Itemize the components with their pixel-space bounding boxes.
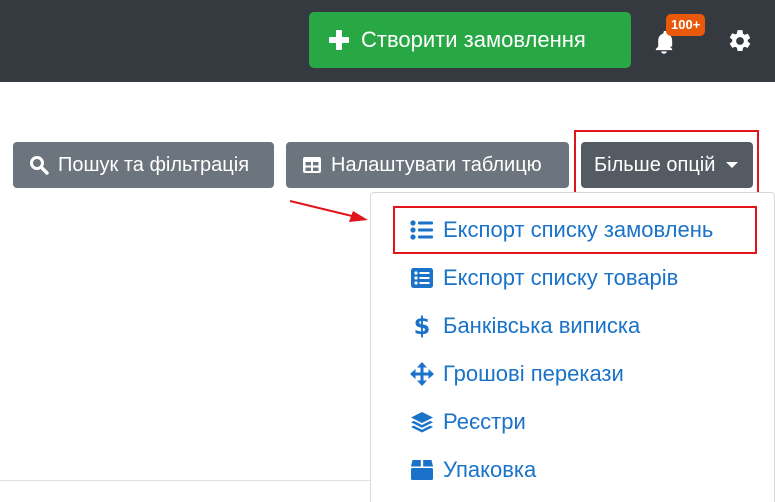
menu-item-registers[interactable]: Реєстри bbox=[409, 402, 526, 442]
menu-item-label: Упаковка bbox=[443, 457, 537, 482]
more-options-button[interactable]: Більше опцій bbox=[581, 142, 753, 188]
menu-item-bank-statement[interactable]: $ Банківська виписка bbox=[409, 306, 641, 346]
layers-icon bbox=[409, 409, 435, 435]
gear-icon[interactable] bbox=[727, 28, 753, 54]
list-alt-icon bbox=[409, 265, 435, 291]
list-ul-icon bbox=[409, 217, 435, 243]
box-icon bbox=[409, 457, 435, 483]
menu-item-export-products[interactable]: Експорт списку товарів bbox=[409, 258, 678, 298]
menu-item-packaging[interactable]: Упаковка bbox=[409, 450, 536, 490]
search-filter-label: Пошук та фільтрація bbox=[58, 153, 250, 176]
plus-icon bbox=[329, 30, 349, 50]
configure-table-button[interactable]: Налаштувати таблицю bbox=[286, 142, 569, 188]
caret-down-icon bbox=[726, 162, 739, 168]
menu-item-label: Експорт списку товарів bbox=[443, 265, 679, 290]
notification-badge: 100+ bbox=[666, 14, 706, 36]
menu-item-export-orders[interactable]: Експорт списку замовлень bbox=[409, 210, 713, 250]
menu-item-label: Реєстри bbox=[443, 409, 526, 434]
content-divider bbox=[0, 480, 370, 481]
menu-item-label: Банківська виписка bbox=[443, 313, 641, 338]
menu-item-label: Грошові перекази bbox=[443, 361, 624, 386]
create-order-label: Створити замовлення bbox=[361, 27, 586, 52]
table-icon bbox=[303, 157, 321, 173]
dollar-icon: $ bbox=[413, 312, 431, 340]
menu-item-label: Експорт списку замовлень bbox=[443, 217, 714, 242]
search-filter-button[interactable]: Пошук та фільтрація bbox=[13, 142, 274, 188]
more-options-dropdown: Експорт списку замовлень Експорт списку … bbox=[370, 192, 775, 502]
search-icon bbox=[30, 156, 49, 175]
configure-table-label: Налаштувати таблицю bbox=[331, 153, 542, 176]
create-order-button[interactable]: Створити замовлення bbox=[309, 12, 631, 68]
arrows-move-icon bbox=[409, 361, 435, 387]
menu-item-money-transfers[interactable]: Грошові перекази bbox=[409, 354, 624, 394]
more-options-label: Більше опцій bbox=[594, 153, 716, 176]
